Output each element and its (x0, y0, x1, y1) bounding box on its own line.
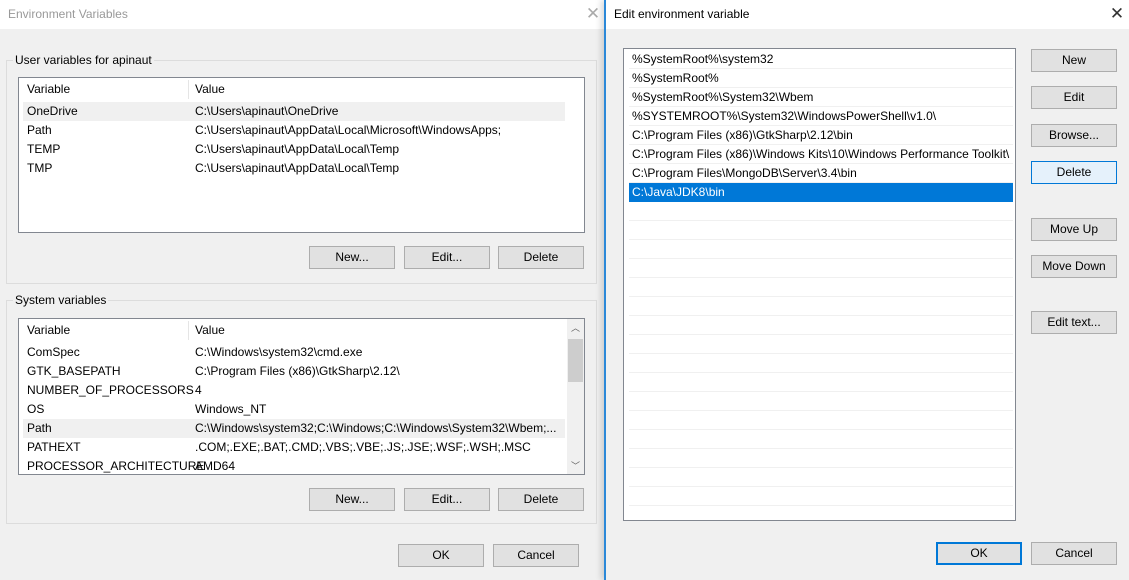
system-new-button[interactable]: New... (309, 488, 395, 511)
title-bar: Environment Variables ✕ (0, 0, 604, 29)
path-item[interactable]: C:\Program Files (x86)\Windows Kits\10\W… (629, 145, 1013, 164)
move-down-button[interactable]: Move Down (1031, 255, 1117, 278)
group-label: User variables for apinaut (13, 53, 154, 67)
value-cell: Windows_NT (195, 402, 267, 416)
table-row[interactable]: PATHEXT .COM;.EXE;.BAT;.CMD;.VBS;.VBE;.JS… (23, 438, 565, 457)
user-delete-button[interactable]: Delete (498, 246, 584, 269)
path-item[interactable]: %SystemRoot%\system32 (629, 50, 1013, 69)
cancel-button[interactable]: Cancel (493, 544, 579, 567)
table-row[interactable]: OS Windows_NT (23, 400, 565, 419)
empty-row (629, 240, 1013, 259)
empty-row (629, 392, 1013, 411)
column-header-variable[interactable]: Variable (27, 321, 70, 340)
user-variables-list[interactable]: Variable Value OneDrive C:\Users\apinaut\On… (18, 77, 585, 233)
ok-button[interactable]: OK (398, 544, 484, 567)
empty-row (629, 373, 1013, 392)
variable-cell: Path (27, 123, 52, 137)
value-cell: C:\Users\apinaut\AppData\Local\Microsoft… (195, 123, 502, 137)
value-cell: 4 (195, 383, 202, 397)
browse-button[interactable]: Browse... (1031, 124, 1117, 147)
new-button[interactable]: New (1031, 49, 1117, 72)
value-cell: C:\Users\apinaut\AppData\Local\Temp (195, 142, 400, 156)
table-row[interactable]: Path C:\Users\apinaut\AppData\Local\Micro… (23, 121, 565, 140)
dialog-title: Environment Variables (8, 7, 128, 21)
dialog-title: Edit environment variable (614, 7, 750, 21)
table-row[interactable]: NUMBER_OF_PROCESSORS 4 (23, 381, 565, 400)
value-cell: C:\Windows\system32;C:\Windows;C:\Window… (195, 421, 557, 435)
table-row[interactable]: Path C:\Windows\system32;C:\Windows;C:\Wi… (23, 419, 565, 438)
scroll-up-icon[interactable]: ︿ (567, 321, 584, 334)
path-item[interactable]: C:\Program Files\MongoDB\Server\3.4\bin (629, 164, 1013, 183)
column-divider[interactable] (188, 80, 189, 99)
variable-cell: OS (27, 402, 45, 416)
scrollbar-thumb[interactable] (568, 339, 583, 382)
column-header-value[interactable]: Value (195, 321, 225, 340)
column-header-value[interactable]: Value (195, 80, 225, 99)
system-edit-button[interactable]: Edit... (404, 488, 490, 511)
path-item[interactable]: %SystemRoot%\System32\Wbem (629, 88, 1013, 107)
title-bar: Edit environment variable ✕ (606, 0, 1129, 29)
close-icon[interactable]: ✕ (1106, 3, 1128, 25)
scrollbar[interactable]: ︿ ﹀ (567, 319, 584, 474)
table-row[interactable]: TMP C:\Users\apinaut\AppData\Local\Temp (23, 159, 565, 178)
close-icon[interactable]: ✕ (582, 3, 604, 25)
value-cell: C:\Users\apinaut\OneDrive (195, 104, 339, 118)
empty-row (629, 221, 1013, 240)
edit-button[interactable]: Edit (1031, 86, 1117, 109)
move-up-button[interactable]: Move Up (1031, 218, 1117, 241)
path-item[interactable]: %SYSTEMROOT%\System32\WindowsPowerShell\… (629, 107, 1013, 126)
scroll-down-icon[interactable]: ﹀ (567, 459, 584, 472)
variable-cell: PATHEXT (27, 440, 81, 454)
empty-row (629, 449, 1013, 468)
empty-row (629, 411, 1013, 430)
value-cell: C:\Users\apinaut\AppData\Local\Temp (195, 161, 400, 175)
value-cell: AMD64 (195, 459, 236, 473)
path-item[interactable]: %SystemRoot% (629, 69, 1013, 88)
table-row[interactable]: ComSpec C:\Windows\system32\cmd.exe (23, 343, 565, 362)
empty-row (629, 259, 1013, 278)
table-row[interactable]: GTK_BASEPATH C:\Program Files (x86)\GtkSh… (23, 362, 565, 381)
value-cell: C:\Program Files (x86)\GtkSharp\2.12\ (195, 364, 400, 378)
table-header: Variable Value (23, 321, 565, 340)
variable-cell: NUMBER_OF_PROCESSORS (27, 383, 194, 397)
group-label: System variables (13, 293, 109, 307)
edit-text-button[interactable]: Edit text... (1031, 311, 1117, 334)
variable-cell: TMP (27, 161, 53, 175)
delete-button[interactable]: Delete (1031, 161, 1117, 184)
table-header: Variable Value (23, 80, 565, 99)
value-cell: C:\Windows\system32\cmd.exe (195, 345, 363, 359)
variable-cell: TEMP (27, 142, 61, 156)
empty-row (629, 297, 1013, 316)
empty-row (629, 487, 1013, 506)
variable-cell: GTK_BASEPATH (27, 364, 121, 378)
variable-cell: Path (27, 421, 52, 435)
column-header-variable[interactable]: Variable (27, 80, 70, 99)
ok-button[interactable]: OK (936, 542, 1022, 565)
system-variables-list[interactable]: ︿ ﹀ Variable Value ComSpec C:\Windows\syste… (18, 318, 585, 475)
empty-row (629, 278, 1013, 297)
table-row[interactable]: PROCESSOR_ARCHITECTURE AMD64 (23, 457, 565, 474)
edit-environment-variable-dialog: Edit environment variable ✕ %SystemRoot%… (604, 0, 1129, 580)
user-edit-button[interactable]: Edit... (404, 246, 490, 269)
table-row[interactable]: OneDrive C:\Users\apinaut\OneDrive (23, 102, 565, 121)
cancel-button[interactable]: Cancel (1031, 542, 1117, 565)
user-new-button[interactable]: New... (309, 246, 395, 269)
path-item[interactable]: C:\Java\JDK8\bin (629, 183, 1013, 202)
path-list[interactable]: %SystemRoot%\system32 %SystemRoot% %System… (623, 48, 1016, 521)
column-divider[interactable] (188, 321, 189, 340)
empty-row (629, 316, 1013, 335)
environment-variables-dialog: Environment Variables ✕ User variables f… (0, 0, 604, 580)
variable-cell: PROCESSOR_ARCHITECTURE (27, 459, 205, 473)
variable-cell: ComSpec (27, 345, 80, 359)
value-cell: .COM;.EXE;.BAT;.CMD;.VBS;.VBE;.JS;.JSE;.… (195, 440, 531, 454)
variable-cell: OneDrive (27, 104, 78, 118)
empty-row (629, 335, 1013, 354)
empty-row (629, 430, 1013, 449)
empty-row (629, 468, 1013, 487)
empty-row (629, 202, 1013, 221)
table-row[interactable]: TEMP C:\Users\apinaut\AppData\Local\Temp (23, 140, 565, 159)
system-delete-button[interactable]: Delete (498, 488, 584, 511)
path-item[interactable]: C:\Program Files (x86)\GtkSharp\2.12\bin (629, 126, 1013, 145)
empty-row (629, 354, 1013, 373)
